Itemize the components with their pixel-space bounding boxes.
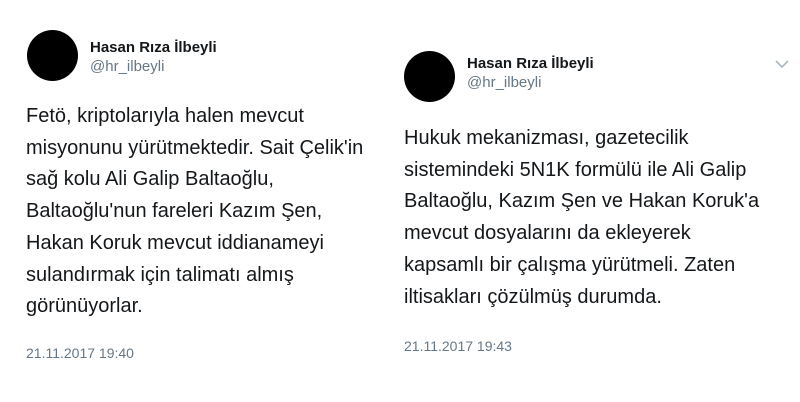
tweet-timestamp[interactable]: 21.11.2017 19:40 [26,345,134,361]
author-handle[interactable]: @hr_ilbeyli [90,58,164,75]
tweet-timestamp[interactable]: 21.11.2017 19:43 [404,338,512,354]
tweet-card[interactable]: Hasan Rıza İlbeyli @hr_ilbeyli Fetö, kri… [0,0,400,375]
avatar[interactable] [404,51,455,102]
chevron-down-icon[interactable] [774,58,790,70]
tweet-card[interactable]: Hasan Rıza İlbeyli @hr_ilbeyli Hukuk mek… [383,22,800,377]
author-handle[interactable]: @hr_ilbeyli [467,74,541,91]
tweet-text: Fetö, kriptolarıyla halen mevcut misyonu… [26,105,364,318]
avatar[interactable] [27,30,78,81]
tweet-text: Hukuk mekanizması, gazetecilik sistemind… [404,127,760,308]
author-name[interactable]: Hasan Rıza İlbeyli [90,39,217,56]
author-name[interactable]: Hasan Rıza İlbeyli [467,55,594,72]
